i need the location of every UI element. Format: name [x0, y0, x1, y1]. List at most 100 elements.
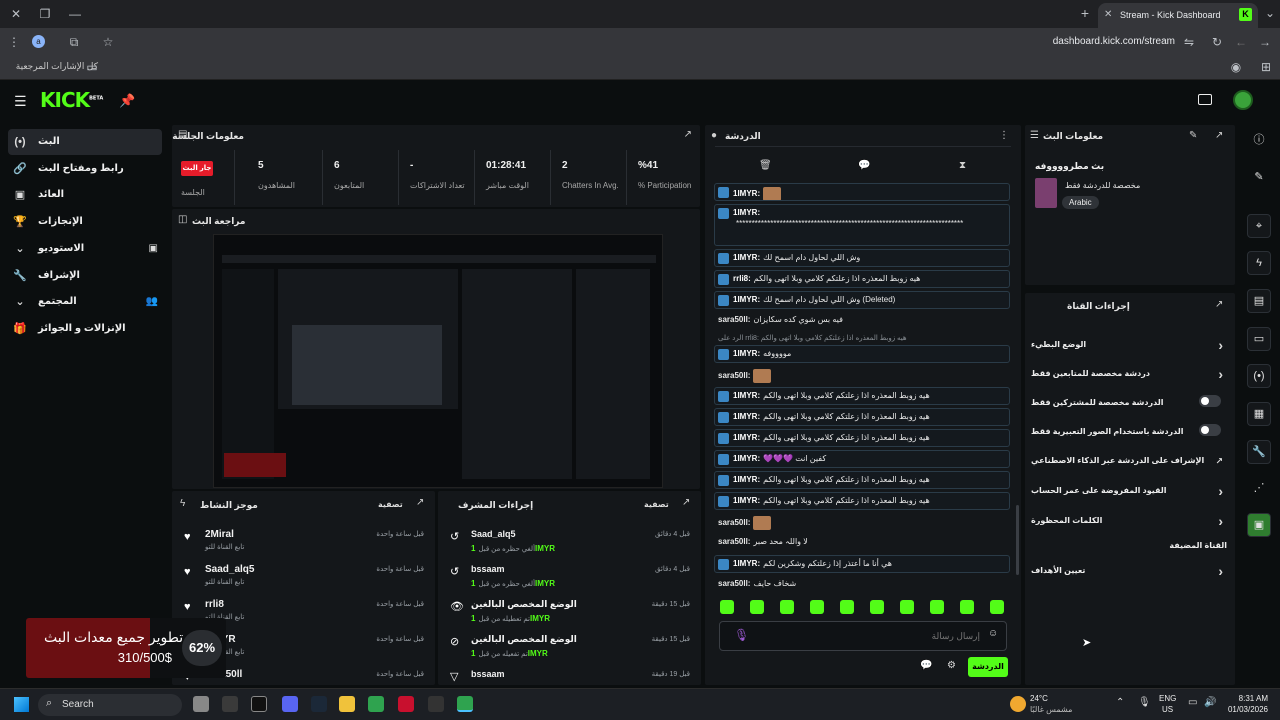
channel-action-item[interactable]: الدردشة مخصصة للمشتركين فقط	[1031, 395, 1227, 407]
restore-window-icon[interactable]: ❐	[37, 7, 53, 21]
share-icon[interactable]: ⋰	[1247, 477, 1271, 501]
chat-message[interactable]: sara50ll:	[714, 513, 1010, 531]
hamburger-menu-icon[interactable]: ☰	[14, 93, 27, 110]
chat-message[interactable]: 1IMYR: 💜💜💜 كفين انت	[714, 450, 1010, 468]
url-text[interactable]: dashboard.kick.com/stream	[1040, 36, 1175, 47]
mod-action-target[interactable]: bssaam	[471, 669, 505, 679]
chat-username[interactable]: 1IMYR:	[733, 559, 760, 568]
chat-message[interactable]: 1IMYR:	[714, 183, 1010, 201]
hourglass-icon[interactable]: ⧗	[959, 160, 966, 171]
chat-username[interactable]: sara50ll:	[718, 537, 750, 546]
channel-action-item[interactable]: تعيين الأهداف ›	[1031, 563, 1227, 579]
cards-icon[interactable]: ▦	[1247, 402, 1271, 426]
broadcast-icon[interactable]: (•)	[1247, 364, 1271, 388]
globe-icon[interactable]: ◉	[1228, 60, 1244, 74]
chat-input[interactable]	[760, 626, 980, 646]
minimize-window-icon[interactable]: —	[67, 7, 83, 21]
chat-username[interactable]: 1IMYR:	[733, 391, 760, 400]
popout-icon[interactable]: ↗	[416, 497, 424, 508]
clock-time[interactable]: 8:31 AM	[1226, 694, 1268, 703]
sidebar-item[interactable]: 🎁 الإنزالات و الجوائز	[8, 316, 162, 342]
chat-message[interactable]: 1IMYR: هيه زوبط المعذره اذا زعلتكم كلامي …	[714, 492, 1010, 510]
channel-action-item[interactable]: الإشراف على الدردشة عبر الذكاء الاصطناعي…	[1031, 456, 1227, 467]
chat-username[interactable]: 1IMYR:	[733, 208, 760, 217]
network-icon[interactable]: ▭	[1188, 697, 1197, 708]
epic-games-icon[interactable]	[251, 696, 267, 712]
chat-username[interactable]: 1IMYR:	[733, 295, 760, 304]
tray-chevron-icon[interactable]: ⌃	[1116, 697, 1124, 708]
external-link-icon[interactable]: ↗	[1215, 456, 1223, 467]
tab-search-icon[interactable]: ⌄	[1262, 6, 1278, 20]
channel-action-item[interactable]: دردشة مخصصة للمتابعين فقط ›	[1031, 366, 1227, 382]
chevron-right-icon[interactable]: ›	[1218, 337, 1223, 353]
chat-username[interactable]: 1IMYR:	[733, 454, 760, 463]
edit-icon[interactable]: ✎	[1189, 130, 1197, 141]
kick-logo[interactable]: KICKBETA	[40, 88, 103, 112]
studio-icon[interactable]: ▣	[149, 236, 158, 262]
new-tab-icon[interactable]: +	[1077, 6, 1093, 20]
chat-message[interactable]: sara50ll: لا واللہ محد صبر	[714, 534, 1010, 552]
toggle-switch[interactable]	[1199, 424, 1221, 436]
task-view-icon[interactable]	[193, 696, 209, 712]
wallet-icon[interactable]	[1198, 94, 1212, 105]
sidebar-item[interactable]: 🔧 الإشراف	[8, 263, 162, 289]
chat-username[interactable]: sara50ll:	[718, 371, 750, 380]
chat-message[interactable]: 1IMYR: هي أنا ما أعتذر إذا زعلتكم وشكرين …	[714, 555, 1010, 573]
input-language[interactable]: ENG	[1159, 694, 1176, 703]
chat-username[interactable]: 1IMYR:	[733, 412, 760, 421]
weather-text[interactable]: مشمس غالبًا	[1030, 705, 1072, 714]
emoji-icon[interactable]: ☺	[988, 628, 998, 639]
filter-button[interactable]: تصفية	[644, 500, 669, 509]
file-explorer-icon[interactable]	[339, 696, 355, 712]
app-icon[interactable]	[222, 696, 238, 712]
popout-icon[interactable]: ↗	[1215, 130, 1223, 141]
extensions-icon[interactable]: ⧉	[66, 35, 82, 49]
bot-icon[interactable]: ▣	[1247, 513, 1271, 537]
mod-action-target[interactable]: الوضع المخصص البالغين	[471, 599, 577, 610]
chat-input-box[interactable]: 🎙 ☺	[719, 621, 1007, 651]
chrome-icon[interactable]	[368, 696, 384, 712]
chat-username[interactable]: sara50ll:	[718, 579, 750, 588]
mod-action-target[interactable]: bssaam	[471, 564, 505, 574]
mic-icon[interactable]: 🎙	[734, 628, 749, 642]
mod-action-target[interactable]: الوضع المخصص البالغين	[471, 634, 577, 645]
channel-action-item[interactable]: الكلمات المحظورة ›	[1031, 513, 1227, 529]
chat-settings-icon[interactable]: ⚙	[947, 660, 956, 671]
chat-message[interactable]: sara50ll: فيه بس شوي كده سكايزان	[714, 312, 1010, 330]
chat-username[interactable]: 1IMYR:	[733, 349, 760, 358]
emote-icon[interactable]	[750, 600, 764, 614]
back-icon[interactable]: →	[1257, 35, 1273, 49]
send-chat-button[interactable]: الدردشة	[968, 657, 1008, 677]
emote-icon[interactable]	[840, 600, 854, 614]
mod-action-target[interactable]: Saad_alq5	[471, 529, 516, 539]
chat-message[interactable]: 1IMYR: هيه زوبط المعذره اذا زعلتكم كلامي …	[714, 429, 1010, 447]
user-avatar[interactable]	[1233, 90, 1253, 110]
document-icon[interactable]: ▤	[1247, 289, 1271, 313]
chat-username[interactable]: 1IMYR:	[733, 189, 760, 198]
chat-message[interactable]: 1IMYR: هيه زوبط المعذره اذا زعلتكم كلامي …	[714, 471, 1010, 489]
activity-username[interactable]: Saad_alq5	[205, 564, 254, 575]
volume-icon[interactable]: 🔊	[1204, 697, 1216, 708]
sidebar-item[interactable]: ⌄ الاستوديو ▣	[8, 236, 162, 262]
popout-icon[interactable]: ↗	[682, 497, 690, 508]
emote-icon[interactable]	[870, 600, 884, 614]
emote-icon[interactable]	[930, 600, 944, 614]
wrench-icon[interactable]: 🔧	[1247, 440, 1271, 464]
windows-start-icon[interactable]	[14, 697, 29, 712]
popout-icon[interactable]: ↗	[684, 129, 692, 140]
chevron-right-icon[interactable]: ›	[1218, 366, 1223, 382]
chat-scrollbar[interactable]	[1016, 505, 1019, 575]
toggle-switch[interactable]	[1199, 395, 1221, 407]
chat-username[interactable]: 1IMYR:	[733, 475, 760, 484]
stream-preview-video[interactable]	[213, 234, 663, 488]
chevron-right-icon[interactable]: ›	[1218, 563, 1223, 579]
filter-button[interactable]: تصفية	[378, 500, 403, 509]
chat-message[interactable]: 1IMYR: وش اللي لحاول دام اسمح لك (Deleted…	[714, 291, 1010, 309]
chat-message[interactable]: sara50ll:	[714, 366, 1010, 384]
sidebar-item[interactable]: 🏆 الإنجازات	[8, 209, 162, 235]
sidebar-item[interactable]: 🔗 رابط ومفتاح البث	[8, 156, 162, 182]
adobe-icon[interactable]	[398, 696, 414, 712]
target-icon[interactable]: ⌖	[1247, 214, 1271, 238]
chevron-right-icon[interactable]: ›	[1218, 513, 1223, 529]
steam-icon[interactable]	[311, 696, 327, 712]
